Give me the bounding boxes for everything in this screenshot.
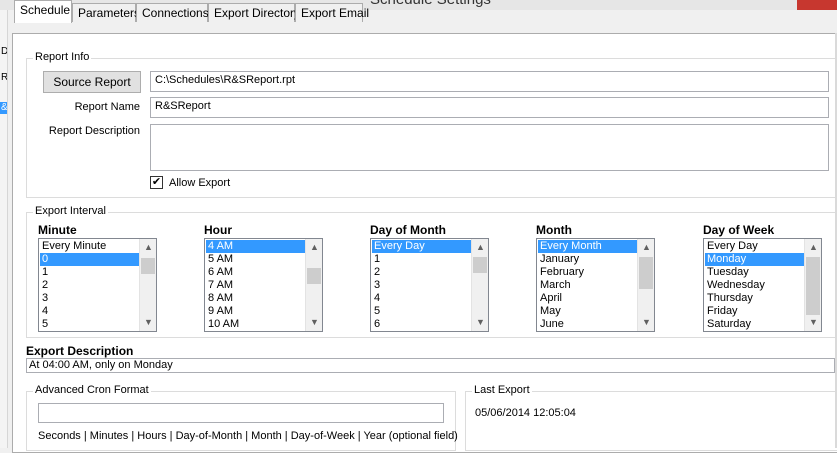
scroll-up-icon[interactable]: ▲ — [805, 239, 821, 256]
day-of-month-listbox[interactable]: Every Day 1 2 3 4 5 6 ▲ ▼ — [370, 238, 489, 332]
strip-text-1: D — [1, 46, 8, 57]
list-item-selected[interactable]: Monday — [705, 253, 804, 266]
list-item[interactable]: 2 — [372, 266, 471, 279]
day-of-week-label: Day of Week — [703, 223, 775, 237]
list-item[interactable]: 9 AM — [206, 305, 305, 318]
list-item[interactable]: 3 — [372, 279, 471, 292]
scroll-down-icon[interactable]: ▼ — [306, 314, 322, 331]
list-item[interactable]: 7 AM — [206, 279, 305, 292]
list-item[interactable]: 5 — [40, 318, 139, 331]
list-item[interactable]: 2 — [40, 279, 139, 292]
month-listbox[interactable]: Every Month January February March April… — [536, 238, 655, 332]
list-item[interactable]: January — [538, 253, 637, 266]
list-item[interactable]: 10 AM — [206, 318, 305, 331]
scroll-up-icon[interactable]: ▲ — [140, 239, 156, 256]
allow-export-label: Allow Export — [169, 177, 231, 189]
strip-text-3: & — [1, 102, 8, 113]
last-export-legend: Last Export — [472, 384, 532, 396]
tab-schedule[interactable]: Schedule — [14, 0, 72, 23]
scroll-up-icon[interactable]: ▲ — [638, 239, 654, 256]
list-item-selected[interactable]: 4 AM — [206, 240, 305, 253]
list-item[interactable]: 8 AM — [206, 292, 305, 305]
list-item[interactable]: April — [538, 292, 637, 305]
list-item-selected[interactable]: 0 — [40, 253, 139, 266]
list-item[interactable]: 4 — [372, 292, 471, 305]
scroll-down-icon[interactable]: ▼ — [140, 314, 156, 331]
source-report-path-field[interactable]: C:\Schedules\R&SReport.rpt — [150, 71, 829, 92]
hour-label: Hour — [204, 223, 232, 237]
cron-format-help: Seconds | Minutes | Hours | Day-of-Month… — [38, 430, 458, 442]
month-label: Month — [536, 223, 572, 237]
list-item[interactable]: June — [538, 318, 637, 331]
list-item[interactable]: 6 — [372, 318, 471, 331]
day-of-week-listbox[interactable]: Every Day Monday Tuesday Wednesday Thurs… — [703, 238, 822, 332]
scroll-down-icon[interactable]: ▼ — [472, 314, 488, 331]
hour-scrollbar[interactable]: ▲ ▼ — [305, 239, 322, 331]
report-description-field[interactable] — [150, 124, 829, 171]
scroll-thumb[interactable] — [473, 257, 487, 273]
minute-scrollbar[interactable]: ▲ ▼ — [139, 239, 156, 331]
export-description-label: Export Description — [26, 344, 134, 358]
cron-expression-field[interactable] — [38, 403, 444, 423]
list-item[interactable]: 1 — [372, 253, 471, 266]
list-item[interactable]: 3 — [40, 292, 139, 305]
scroll-thumb[interactable] — [639, 257, 653, 289]
scroll-up-icon[interactable]: ▲ — [472, 239, 488, 256]
export-interval-legend: Export Interval — [33, 205, 108, 217]
list-item[interactable]: Every Minute — [40, 240, 139, 253]
minute-listbox[interactable]: Every Minute 0 1 2 3 4 5 ▲ ▼ — [38, 238, 157, 332]
report-name-label: Report Name — [74, 101, 140, 113]
list-item[interactable]: Saturday — [705, 318, 804, 331]
day-of-week-scrollbar[interactable]: ▲ ▼ — [804, 239, 821, 331]
day-of-month-label: Day of Month — [370, 223, 446, 237]
list-item[interactable]: Thursday — [705, 292, 804, 305]
background-window-strip: D Re & — [0, 10, 8, 448]
hour-listbox[interactable]: 4 AM 5 AM 6 AM 7 AM 8 AM 9 AM 10 AM ▲ ▼ — [204, 238, 323, 332]
tab-parameters[interactable]: Parameters — [72, 3, 140, 22]
window-title: Schedule Settings — [370, 0, 491, 8]
allow-export-checkbox[interactable]: ✔ — [150, 176, 163, 189]
list-item[interactable]: Wednesday — [705, 279, 804, 292]
strip-text-2: Re — [1, 72, 8, 83]
day-of-month-scrollbar[interactable]: ▲ ▼ — [471, 239, 488, 331]
month-scrollbar[interactable]: ▲ ▼ — [637, 239, 654, 331]
tab-connections[interactable]: Connections — [136, 3, 209, 22]
list-item[interactable]: 5 AM — [206, 253, 305, 266]
list-item[interactable]: Tuesday — [705, 266, 804, 279]
last-export-value: 05/06/2014 12:05:04 — [475, 407, 576, 419]
list-item[interactable]: May — [538, 305, 637, 318]
tab-export-directory[interactable]: Export Directory — [208, 3, 300, 22]
list-item-selected[interactable]: Every Day — [372, 240, 471, 253]
scroll-thumb[interactable] — [307, 268, 321, 284]
list-item[interactable]: Every Day — [705, 240, 804, 253]
list-item[interactable]: March — [538, 279, 637, 292]
minute-label: Minute — [38, 223, 77, 237]
list-item[interactable]: 1 — [40, 266, 139, 279]
scroll-down-icon[interactable]: ▼ — [638, 314, 654, 331]
list-item-selected[interactable]: Every Month — [538, 240, 637, 253]
list-item[interactable]: 6 AM — [206, 266, 305, 279]
last-export-group: Last Export — [465, 384, 837, 451]
report-description-label: Report Description — [48, 125, 140, 137]
tab-export-email[interactable]: Export Email — [295, 3, 369, 22]
scroll-up-icon[interactable]: ▲ — [306, 239, 322, 256]
export-description-field: At 04:00 AM, only on Monday — [26, 358, 835, 373]
list-item[interactable]: February — [538, 266, 637, 279]
source-report-button[interactable]: Source Report — [43, 71, 141, 93]
list-item[interactable]: Friday — [705, 305, 804, 318]
list-item[interactable]: 4 — [40, 305, 139, 318]
scroll-down-icon[interactable]: ▼ — [805, 314, 821, 331]
report-info-legend: Report Info — [33, 51, 92, 63]
close-button[interactable] — [797, 0, 837, 10]
report-name-field[interactable]: R&SReport — [150, 97, 829, 118]
scroll-thumb[interactable] — [806, 257, 820, 315]
advanced-cron-legend: Advanced Cron Format — [33, 384, 151, 396]
scroll-thumb[interactable] — [141, 258, 155, 274]
list-item[interactable]: 5 — [372, 305, 471, 318]
